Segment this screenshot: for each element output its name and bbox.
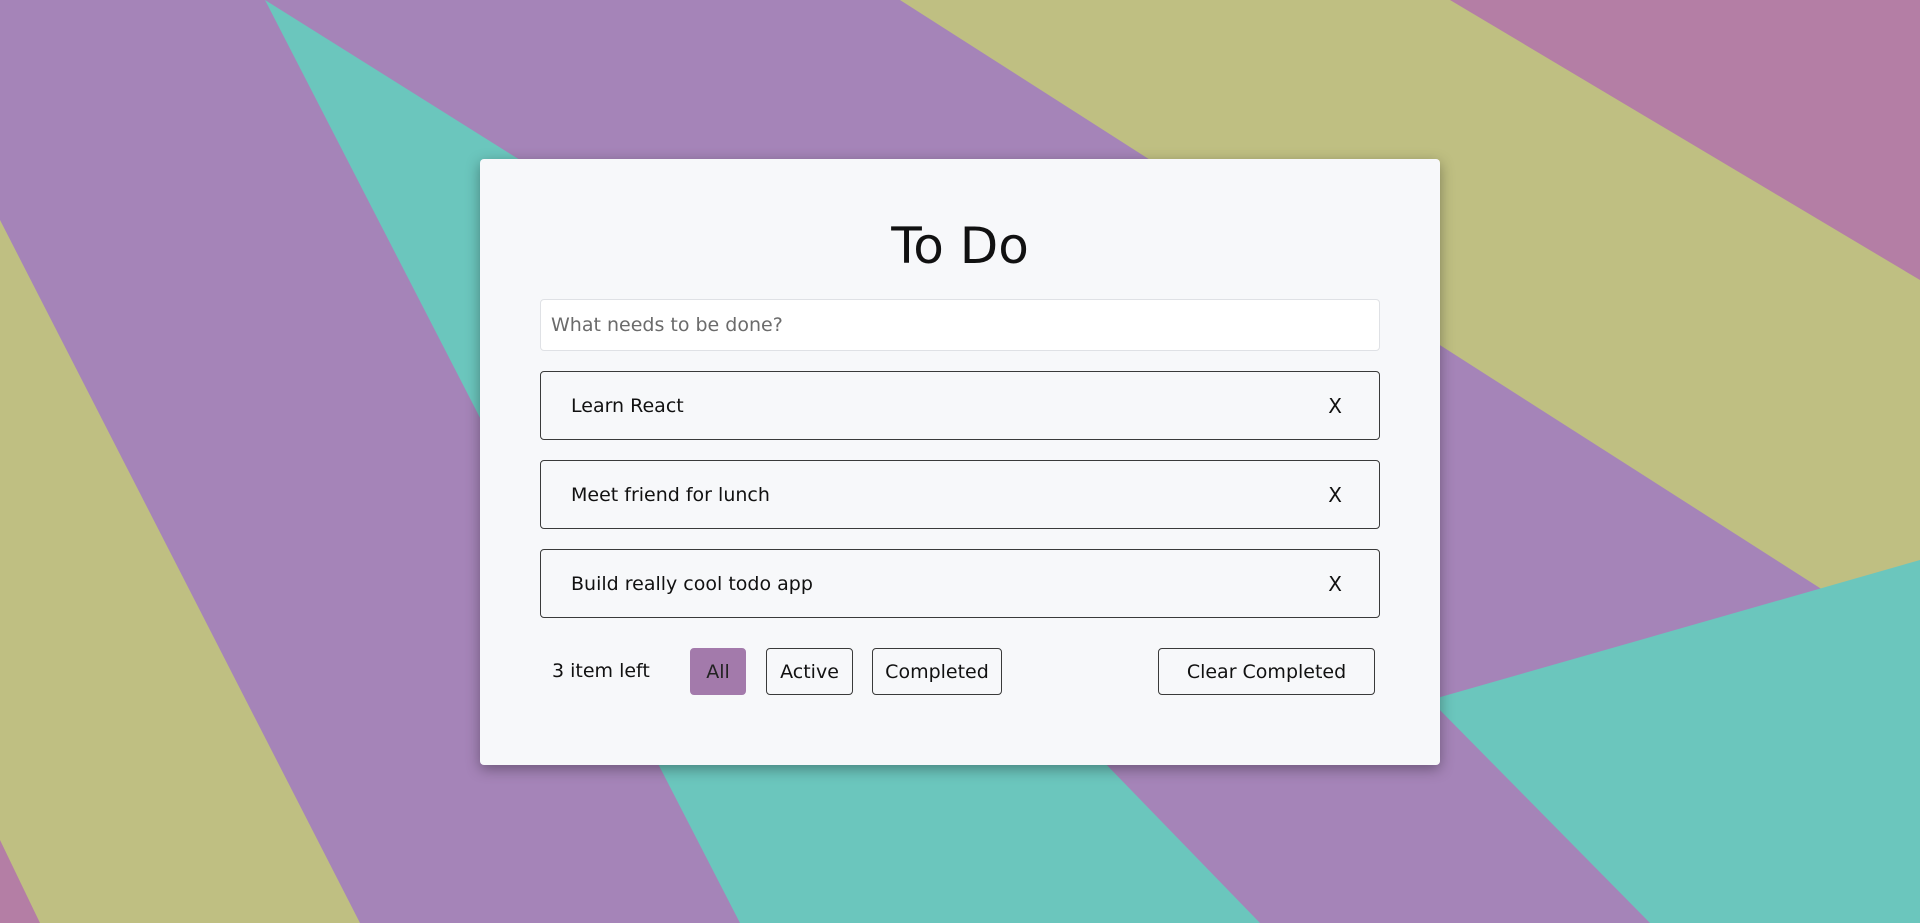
todo-item[interactable]: Build really cool todo app X — [540, 549, 1380, 618]
delete-todo-button[interactable]: X — [1318, 479, 1352, 511]
filter-all-button[interactable]: All — [690, 648, 746, 695]
todo-item[interactable]: Meet friend for lunch X — [540, 460, 1380, 529]
todo-text: Learn React — [571, 394, 684, 417]
todo-item[interactable]: Learn React X — [540, 371, 1380, 440]
new-todo-input[interactable] — [540, 299, 1380, 351]
page-title: To Do — [891, 217, 1029, 275]
items-left-count: 3 item left — [552, 660, 650, 682]
delete-todo-button[interactable]: X — [1318, 390, 1352, 422]
todo-text: Build really cool todo app — [571, 572, 813, 595]
filter-active-button[interactable]: Active — [766, 648, 853, 695]
todo-card: To Do Learn React X Meet friend for lunc… — [480, 159, 1440, 765]
todo-list: Learn React X Meet friend for lunch X Bu… — [540, 371, 1380, 638]
todo-text: Meet friend for lunch — [571, 483, 770, 506]
todo-footer: 3 item left All Active Completed Clear C… — [540, 648, 1380, 695]
clear-completed-button[interactable]: Clear Completed — [1158, 648, 1375, 695]
delete-todo-button[interactable]: X — [1318, 568, 1352, 600]
filter-completed-button[interactable]: Completed — [872, 648, 1002, 695]
